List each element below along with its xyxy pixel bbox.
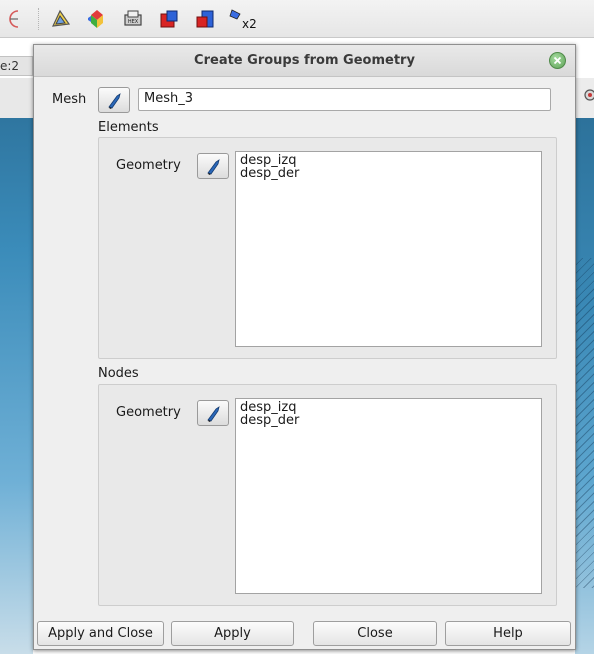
apply-button[interactable]: Apply: [171, 621, 294, 646]
elements-geometry-list[interactable]: desp_izq desp_der: [235, 151, 542, 347]
nodes-geometry-label: Geometry: [116, 405, 181, 420]
mesh-hatch: [575, 258, 594, 588]
color-palette-icon[interactable]: [86, 8, 108, 30]
red-block-icon[interactable]: [158, 8, 180, 30]
nodes-geometry-list[interactable]: desp_izq desp_der: [235, 398, 542, 594]
help-button[interactable]: Help: [445, 621, 571, 646]
mesh-select-button[interactable]: [98, 87, 130, 113]
background-tab[interactable]: e:2: [0, 56, 33, 76]
viewport-left-edge: [0, 78, 33, 654]
elements-geometry-select-button[interactable]: [197, 153, 229, 179]
partial-right-icon[interactable]: [581, 88, 594, 102]
partial-tool-icon[interactable]: [6, 8, 28, 30]
dialog-title: Create Groups from Geometry: [194, 53, 415, 68]
geometry-mode-icon[interactable]: [50, 8, 72, 30]
dialog-titlebar[interactable]: Create Groups from Geometry: [34, 45, 575, 77]
svg-text:x2: x2: [242, 17, 257, 30]
apply-and-close-button[interactable]: Apply and Close: [37, 621, 164, 646]
close-button[interactable]: Close: [313, 621, 437, 646]
list-item[interactable]: desp_der: [240, 167, 537, 180]
nodes-group-label: Nodes: [98, 366, 139, 381]
viewport-right-edge: [575, 78, 594, 654]
blue-block-icon[interactable]: [194, 8, 216, 30]
toolbar-separator: [38, 8, 40, 30]
hex-mesh-icon[interactable]: HEX: [122, 8, 144, 30]
mesh-label: Mesh: [52, 92, 87, 107]
x2-tool-icon[interactable]: x2: [228, 8, 258, 30]
mesh-name-field[interactable]: Mesh_3: [138, 88, 551, 111]
create-groups-dialog: Create Groups from Geometry Mesh Mesh_3 …: [33, 44, 576, 650]
selection-arrow-icon: [207, 406, 220, 422]
close-icon[interactable]: [549, 52, 566, 69]
selection-arrow-icon: [108, 93, 121, 109]
elements-geometry-label: Geometry: [116, 158, 181, 173]
elements-group-box: Geometry desp_izq desp_der: [98, 137, 557, 359]
elements-group-label: Elements: [98, 120, 159, 135]
background-tab-label: e:2: [0, 59, 20, 73]
selection-arrow-icon: [207, 159, 220, 175]
svg-text:HEX: HEX: [128, 19, 139, 25]
background-toolbar: HEX x2: [0, 0, 594, 38]
nodes-group-box: Geometry desp_izq desp_der: [98, 384, 557, 606]
nodes-geometry-select-button[interactable]: [197, 400, 229, 426]
list-item[interactable]: desp_der: [240, 414, 537, 427]
